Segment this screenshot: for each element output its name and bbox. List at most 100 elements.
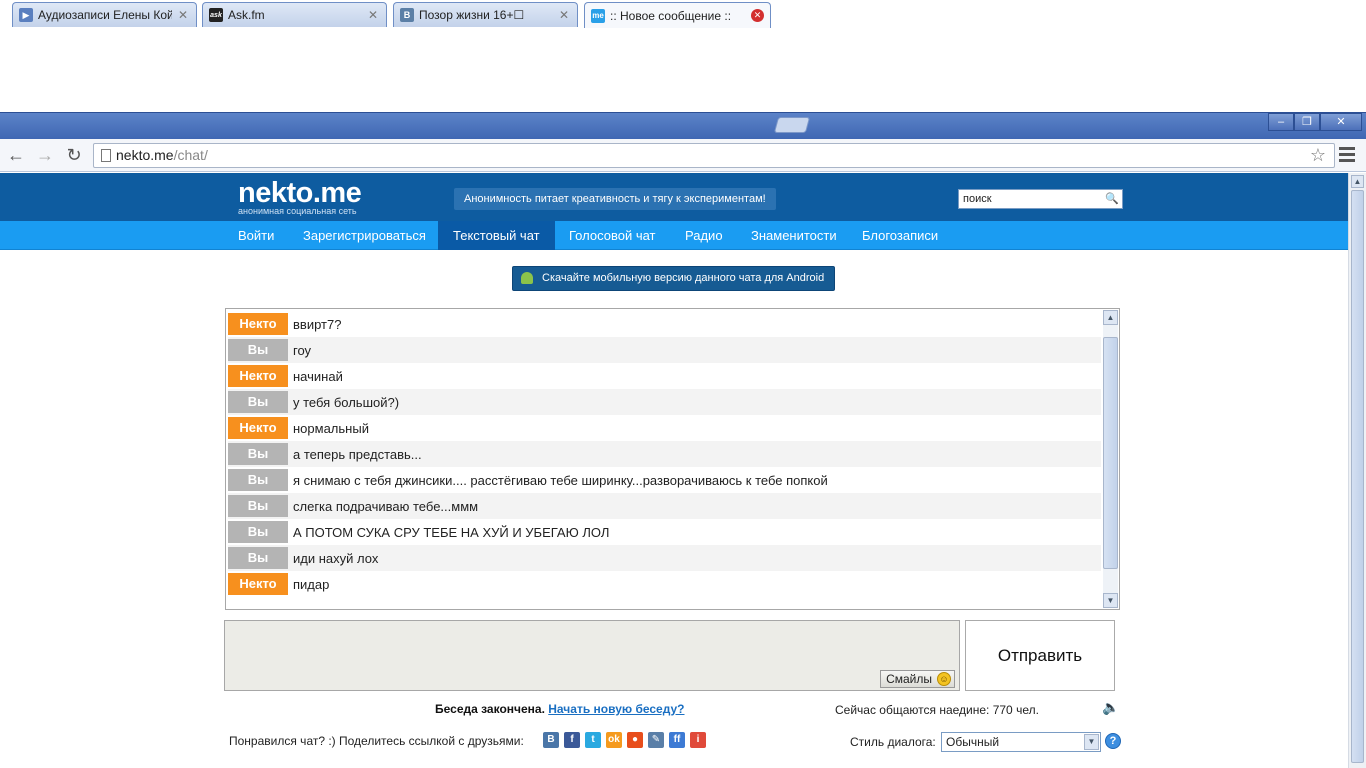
- nav-login[interactable]: Войти: [223, 221, 289, 250]
- address-bar[interactable]: nekto.me/chat/ ☆: [93, 143, 1335, 168]
- nav-blogs[interactable]: Блогозаписи: [847, 221, 953, 250]
- search-placeholder: поиск: [963, 193, 992, 205]
- site-logo[interactable]: nekto.me анонимная социальная сеть: [238, 178, 362, 216]
- back-arrow-icon[interactable]: ←: [5, 144, 27, 166]
- facebook-icon[interactable]: f: [564, 732, 580, 748]
- android-button-label: Скачайте мобильную версию данного чата д…: [542, 272, 825, 284]
- dialog-style-label: Стиль диалога:: [850, 735, 936, 749]
- page-icon: [101, 149, 111, 162]
- chrome-menu-icon[interactable]: [1339, 147, 1355, 165]
- share-icons: Вf t ok ● ✎ ff i: [543, 732, 711, 748]
- tab-title: Аудиозаписи Елены Койпиш: [38, 8, 172, 22]
- tab-title: :: Новое сообщение ::: [610, 8, 732, 23]
- twitter-icon[interactable]: t: [585, 732, 601, 748]
- moimir-icon[interactable]: ●: [627, 732, 643, 748]
- tab-pozor[interactable]: B Позор жизни 16+☐ ✕: [393, 2, 578, 27]
- smiley-icon: ☺: [937, 672, 951, 686]
- message-text: иди нахуй лох: [293, 550, 379, 566]
- bookmark-star-icon[interactable]: ☆: [1310, 144, 1326, 167]
- chat-message-row: Вы А ПОТОМ СУКА СРУ ТЕБЕ НА ХУЙ И УБЕГАЮ …: [228, 519, 1101, 545]
- tab-close-icon[interactable]: ✕: [751, 9, 764, 22]
- main-nav: Войти Зарегистрироваться Текстовый чат Г…: [0, 221, 1348, 250]
- dialog-style-value: Обычный: [946, 735, 1000, 749]
- tab-title: Позор жизни 16+☐: [419, 8, 525, 22]
- chat-message-row: Вы у тебя большой?): [228, 389, 1101, 415]
- message-text: ввирт7?: [293, 316, 342, 332]
- smileys-label: Смайлы: [886, 672, 932, 686]
- new-tab-button[interactable]: [773, 117, 811, 133]
- sender-badge: Некто: [228, 573, 288, 595]
- search-input[interactable]: поиск 🔍: [958, 189, 1123, 209]
- tab-close-icon[interactable]: ✕: [557, 8, 571, 22]
- scroll-down-arrow-icon[interactable]: ▼: [1103, 593, 1118, 608]
- chat-message-row: Некто начинай: [228, 363, 1101, 389]
- close-window-button[interactable]: ✕: [1320, 113, 1362, 131]
- vk-icon[interactable]: В: [543, 732, 559, 748]
- nav-register[interactable]: Зарегистрироваться: [288, 221, 441, 250]
- message-text: А ПОТОМ СУКА СРУ ТЕБЕ НА ХУЙ И УБЕГАЮ ЛО…: [293, 524, 610, 540]
- scroll-thumb[interactable]: [1103, 337, 1118, 569]
- online-count: Сейчас общаются наедине: 770 чел.: [835, 703, 1039, 717]
- site-header: nekto.me анонимная социальная сеть Анони…: [0, 173, 1348, 221]
- chat-message-row: Вы а теперь представь...: [228, 441, 1101, 467]
- livejournal-icon[interactable]: ✎: [648, 732, 664, 748]
- share-text: Понравился чат? :) Поделитесь ссылкой с …: [229, 734, 524, 748]
- url-path: /chat/: [173, 147, 208, 163]
- scroll-up-arrow-icon[interactable]: ▲: [1351, 175, 1364, 188]
- help-icon[interactable]: ?: [1105, 733, 1121, 749]
- message-text: пидар: [293, 576, 330, 592]
- message-text: начинай: [293, 368, 343, 384]
- minimize-button[interactable]: –: [1268, 113, 1294, 131]
- chat-message-row: Некто нормальный: [228, 415, 1101, 441]
- tab-close-icon[interactable]: ✕: [366, 8, 380, 22]
- page-scroll-thumb[interactable]: [1351, 190, 1364, 763]
- dialog-style-select[interactable]: Обычный ▼: [941, 732, 1101, 752]
- scroll-up-arrow-icon[interactable]: ▲: [1103, 310, 1118, 325]
- chat-scrollbar[interactable]: ▲ ▼: [1103, 310, 1118, 608]
- chat-message-row: Некто ввирт7?: [228, 311, 1101, 337]
- message-input[interactable]: Смайлы ☺: [224, 620, 960, 691]
- browser-toolbar: ← → ↻ nekto.me/chat/ ☆: [0, 139, 1366, 172]
- askfm-icon: ask: [209, 8, 223, 22]
- smileys-button[interactable]: Смайлы ☺: [880, 670, 955, 688]
- restore-button[interactable]: ❐: [1294, 113, 1320, 131]
- nav-radio[interactable]: Радио: [670, 221, 738, 250]
- vk-icon: B: [400, 8, 414, 22]
- web-page: nekto.me анонимная социальная сеть Анони…: [0, 173, 1348, 768]
- android-download-button[interactable]: Скачайте мобильную версию данного чата д…: [512, 266, 835, 291]
- chevron-down-icon[interactable]: ▼: [1084, 734, 1099, 750]
- sender-badge: Вы: [228, 495, 288, 517]
- sender-badge: Вы: [228, 521, 288, 543]
- sender-badge: Некто: [228, 313, 288, 335]
- new-chat-link[interactable]: Начать новую беседу?: [548, 702, 684, 716]
- sender-badge: Некто: [228, 417, 288, 439]
- browser-tabstrip: [0, 112, 1366, 139]
- message-text: нормальный: [293, 420, 369, 436]
- nav-voice-chat[interactable]: Голосовой чат: [554, 221, 671, 250]
- message-text: гоу: [293, 342, 312, 358]
- send-button[interactable]: Отправить: [965, 620, 1115, 691]
- friendfeed-icon[interactable]: ff: [669, 732, 685, 748]
- forward-arrow-icon[interactable]: →: [34, 144, 56, 166]
- chat-message-row: Вы иди нахуй лох: [228, 545, 1101, 571]
- sound-icon[interactable]: 🔈: [1102, 699, 1119, 715]
- message-text: а теперь представь...: [293, 446, 422, 462]
- chat-log: Некто ввирт7? Вы гоу Некто начинай Вы у тебя бо…: [225, 308, 1120, 610]
- chat-message-row: Некто пидар: [228, 571, 1101, 597]
- nav-celebrities[interactable]: Знаменитости: [736, 221, 852, 250]
- tab-askfm[interactable]: ask Ask.fm ✕: [202, 2, 387, 27]
- android-icon: [521, 272, 533, 284]
- page-scrollbar[interactable]: ▲: [1348, 173, 1366, 768]
- search-icon[interactable]: 🔍: [1104, 191, 1120, 207]
- odnoklassniki-icon[interactable]: ok: [606, 732, 622, 748]
- reload-icon[interactable]: ↻: [63, 144, 85, 166]
- chat-ended-text: Беседа закончена.: [435, 702, 545, 716]
- tab-close-icon[interactable]: ✕: [176, 8, 190, 22]
- moikrug-icon[interactable]: i: [690, 732, 706, 748]
- sender-badge: Вы: [228, 547, 288, 569]
- tab-audio[interactable]: ▶ Аудиозаписи Елены Койпиш ✕: [12, 2, 197, 27]
- tab-title: Ask.fm: [228, 8, 265, 22]
- nav-text-chat[interactable]: Текстовый чат: [438, 221, 555, 250]
- tab-nekto-active[interactable]: me :: Новое сообщение :: ✕: [584, 2, 771, 28]
- logo-subtitle: анонимная социальная сеть: [238, 206, 357, 216]
